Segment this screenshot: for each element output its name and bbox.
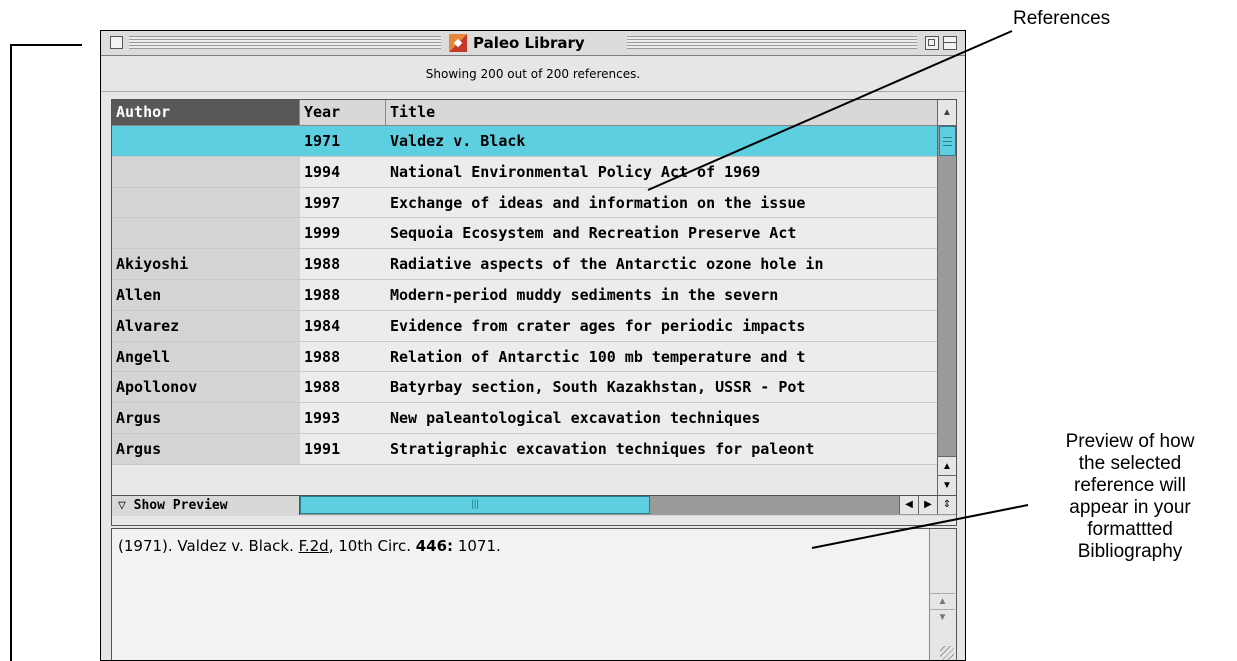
table-row[interactable]: 1997 Exchange of ideas and information o… bbox=[112, 187, 938, 219]
scroll-up-icon[interactable]: ▲ bbox=[930, 593, 955, 610]
author-cell bbox=[112, 218, 300, 249]
year-cell: 1993 bbox=[300, 403, 386, 433]
horizontal-scrollbar[interactable]: ||| ◀ ▶ ⇕ bbox=[300, 496, 956, 515]
column-header-title[interactable]: Title bbox=[386, 100, 938, 125]
title-cell: Stratigraphic excavation techniques for … bbox=[386, 433, 938, 464]
table-row[interactable]: 1994 National Environmental Policy Act o… bbox=[112, 156, 938, 188]
preview-scrollbar[interactable]: ▲ ▼ bbox=[929, 529, 956, 660]
year-cell: 1999 bbox=[300, 218, 386, 249]
year-cell: 1994 bbox=[300, 156, 386, 187]
scroll-down-icon[interactable]: ▼ bbox=[938, 475, 956, 495]
year-cell: 1988 bbox=[300, 279, 386, 310]
author-cell bbox=[112, 187, 300, 218]
triangle-down-icon: ▽ bbox=[118, 498, 126, 513]
table-vertical-scrollbar[interactable]: ▲ ▲ ▼ bbox=[937, 100, 956, 495]
title-cell: Exchange of ideas and information on the… bbox=[386, 187, 938, 218]
preview-callout-line-3: reference will bbox=[1074, 475, 1186, 496]
year-cell: 1971 bbox=[300, 126, 386, 156]
title-cell: Batyrbay section, South Kazakhstan, USSR… bbox=[386, 372, 938, 403]
scroll-up-icon[interactable]: ▲ bbox=[938, 456, 956, 476]
preview-callout-line-1: Preview of how bbox=[1065, 431, 1195, 452]
pane-resize-icon[interactable]: ⇕ bbox=[937, 496, 956, 514]
column-sort-icon[interactable]: ▲ bbox=[938, 100, 956, 126]
table-row[interactable]: Alvarez 1984 Evidence from crater ages f… bbox=[112, 310, 938, 342]
year-cell: 1991 bbox=[300, 433, 386, 464]
horizontal-scroll-thumb[interactable]: ||| bbox=[300, 496, 650, 514]
title-stripes-left bbox=[129, 36, 441, 49]
scroll-down-icon[interactable]: ▼ bbox=[930, 609, 955, 626]
resize-grip-icon[interactable] bbox=[940, 646, 954, 660]
references-callout: References bbox=[1013, 8, 1111, 29]
author-cell: Argus bbox=[112, 433, 300, 464]
table-row[interactable]: 1999 Sequoia Ecosystem and Recreation Pr… bbox=[112, 218, 938, 250]
author-cell bbox=[112, 156, 300, 187]
window-title: Paleo Library bbox=[441, 33, 593, 53]
table-row[interactable]: 1971 Valdez v. Black bbox=[112, 126, 938, 157]
preview-pages: 1071. bbox=[453, 537, 501, 555]
status-text: Showing 200 out of 200 references. bbox=[425, 66, 641, 81]
zoom-box-icon[interactable] bbox=[925, 36, 939, 50]
column-header-year[interactable]: Year bbox=[300, 100, 386, 125]
title-cell: National Environmental Policy Act of 196… bbox=[386, 156, 938, 187]
app-icon bbox=[449, 34, 467, 52]
preview-callout-line-2: the selected bbox=[1078, 453, 1182, 474]
preview-callout-line-5: formattted bbox=[1087, 519, 1173, 540]
preview-pane: (1971). Valdez v. Black. F.2d, 10th Circ… bbox=[111, 528, 957, 660]
author-cell: Akiyoshi bbox=[112, 249, 300, 279]
status-bar: Showing 200 out of 200 references. bbox=[101, 56, 965, 92]
bracket-horizontal-line bbox=[10, 44, 82, 46]
preview-callout-line-6: Bibliography bbox=[1077, 541, 1183, 562]
preview-middle: , 10th Circ. bbox=[328, 537, 416, 555]
formatted-reference-preview: (1971). Valdez v. Black. F.2d, 10th Circ… bbox=[118, 537, 501, 555]
author-cell: Apollonov bbox=[112, 372, 300, 403]
window-title-text: Paleo Library bbox=[473, 34, 585, 52]
vertical-scroll-thumb[interactable] bbox=[939, 126, 956, 156]
year-cell: 1997 bbox=[300, 187, 386, 218]
preview-journal: F.2d bbox=[298, 537, 329, 555]
close-box-icon[interactable] bbox=[110, 36, 123, 49]
title-bar[interactable]: Paleo Library bbox=[101, 31, 965, 56]
title-cell: New paleantological excavation technique… bbox=[386, 403, 938, 433]
table-row[interactable]: Argus 1991 Stratigraphic excavation tech… bbox=[112, 433, 938, 465]
year-cell: 1988 bbox=[300, 249, 386, 279]
preview-prefix: (1971). Valdez v. Black. bbox=[118, 537, 299, 555]
show-preview-toggle[interactable]: ▽ Show Preview bbox=[112, 496, 300, 515]
table-row[interactable]: Akiyoshi 1988 Radiative aspects of the A… bbox=[112, 249, 938, 280]
table-row[interactable]: Apollonov 1988 Batyrbay section, South K… bbox=[112, 372, 938, 404]
scroll-left-icon[interactable]: ◀ bbox=[899, 496, 918, 514]
title-cell: Radiative aspects of the Antarctic ozone… bbox=[386, 249, 938, 279]
title-cell: Modern-period muddy sediments in the sev… bbox=[386, 279, 938, 310]
collapse-box-icon[interactable] bbox=[943, 36, 957, 50]
title-stripes-right bbox=[627, 36, 917, 49]
paleo-library-window: Paleo Library Showing 200 out of 200 ref… bbox=[100, 30, 966, 661]
author-cell: Alvarez bbox=[112, 310, 300, 341]
author-cell: Allen bbox=[112, 279, 300, 310]
table-rows: 1971 Valdez v. Black 1994 National Envir… bbox=[112, 126, 938, 496]
year-cell: 1988 bbox=[300, 372, 386, 403]
table-bottom-bar: ▽ Show Preview ||| ◀ ▶ ⇕ bbox=[112, 495, 956, 516]
scroll-right-icon[interactable]: ▶ bbox=[918, 496, 937, 514]
table-row[interactable]: Angell 1988 Relation of Antarctic 100 mb… bbox=[112, 341, 938, 373]
title-cell: Valdez v. Black bbox=[386, 126, 938, 156]
references-table: Author Year Title 1971 Valdez v. Black 1… bbox=[111, 99, 957, 526]
title-cell: Sequoia Ecosystem and Recreation Preserv… bbox=[386, 218, 938, 249]
bracket-vertical-line bbox=[10, 44, 12, 661]
table-row[interactable]: Allen 1988 Modern-period muddy sediments… bbox=[112, 279, 938, 311]
author-cell bbox=[112, 126, 300, 156]
table-header: Author Year Title bbox=[112, 100, 938, 126]
year-cell: 1988 bbox=[300, 341, 386, 372]
preview-callout: Preview of how the selected reference wi… bbox=[1025, 431, 1235, 563]
show-preview-label: Show Preview bbox=[133, 498, 228, 513]
preview-callout-line-4: appear in your bbox=[1069, 497, 1191, 518]
author-cell: Argus bbox=[112, 403, 300, 433]
year-cell: 1984 bbox=[300, 310, 386, 341]
author-cell: Angell bbox=[112, 341, 300, 372]
column-header-author[interactable]: Author bbox=[112, 100, 300, 125]
table-row[interactable]: Argus 1993 New paleantological excavatio… bbox=[112, 403, 938, 434]
preview-volume: 446: bbox=[415, 537, 454, 555]
title-cell: Relation of Antarctic 100 mb temperature… bbox=[386, 341, 938, 372]
title-cell: Evidence from crater ages for periodic i… bbox=[386, 310, 938, 341]
